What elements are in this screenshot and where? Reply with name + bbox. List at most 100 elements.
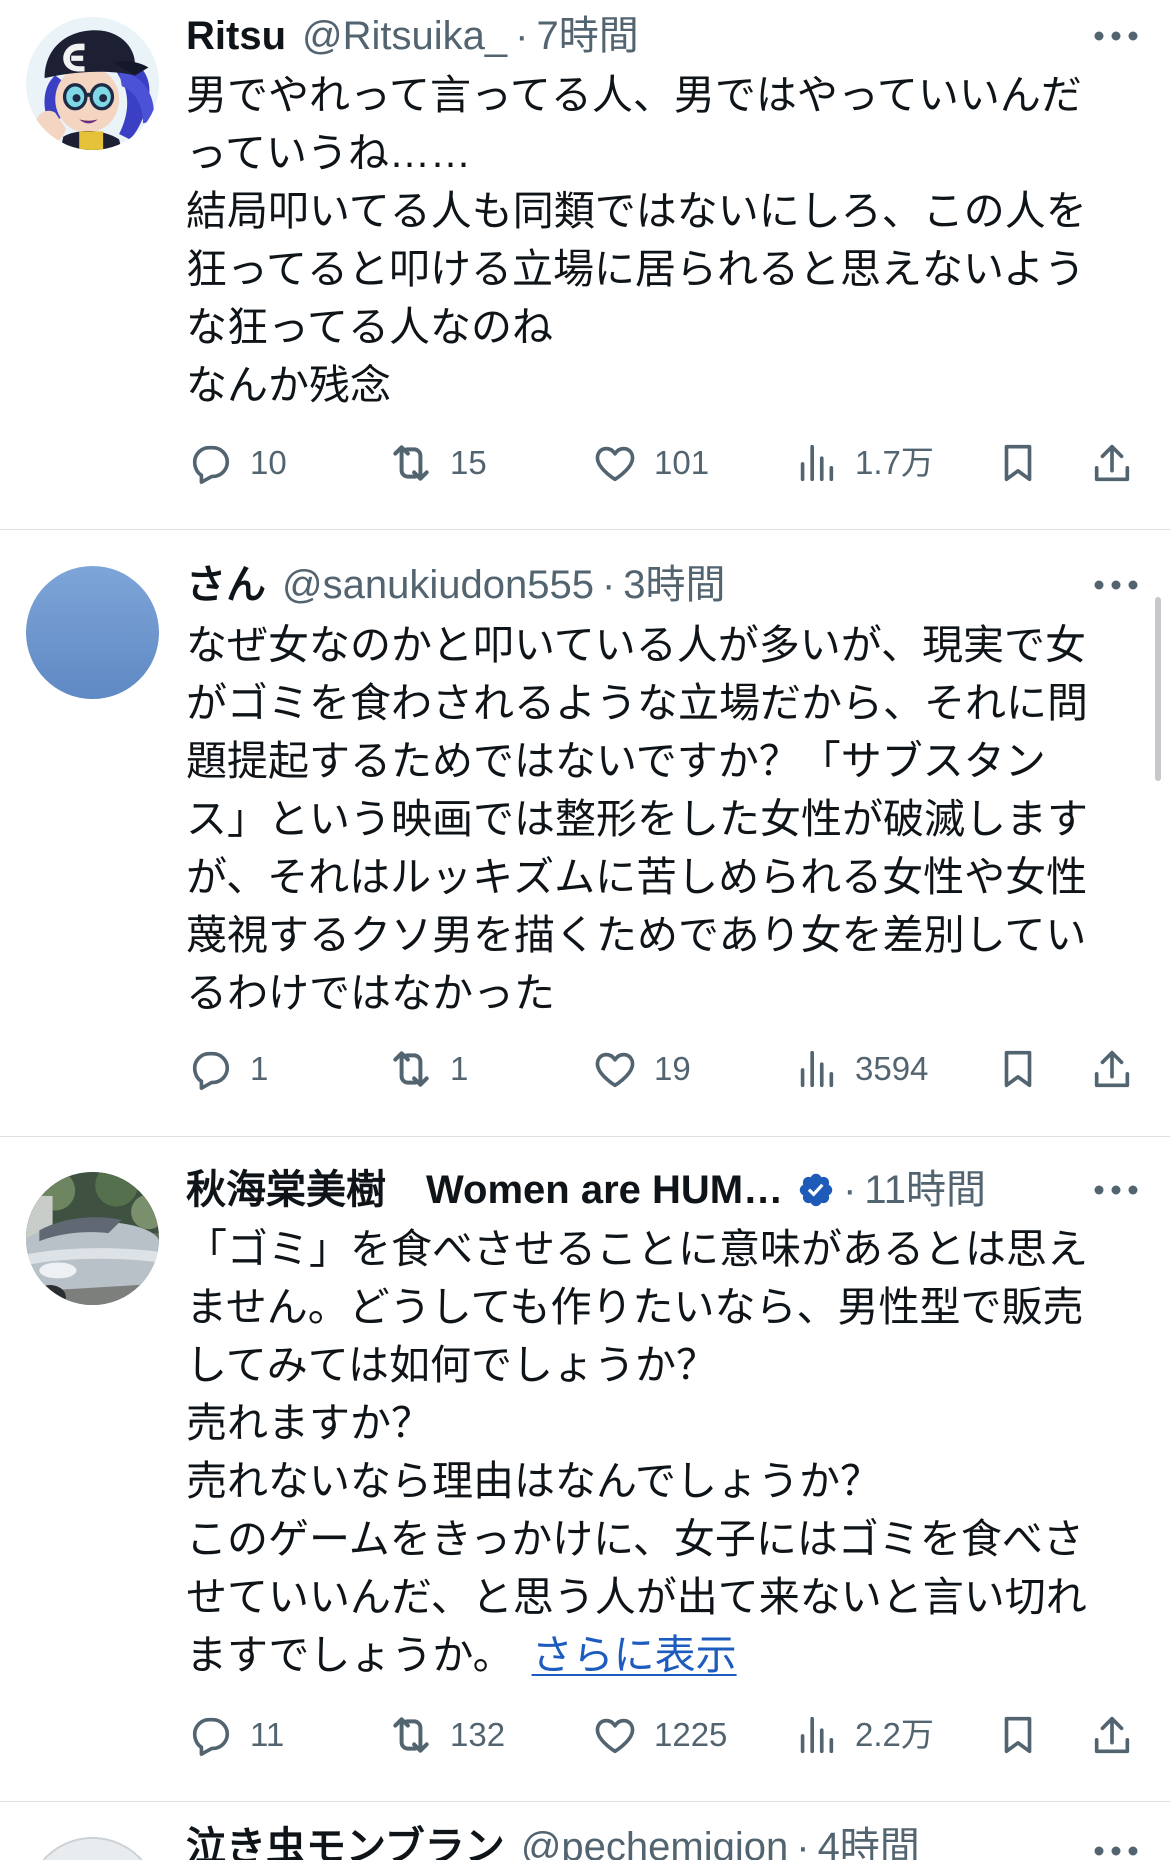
avatar-image bbox=[26, 1172, 159, 1305]
tweet-text-line: 売れないなら理由はなんでしょうか？ bbox=[186, 1458, 881, 1504]
reply-button[interactable]: 11 bbox=[188, 1707, 284, 1763]
tweet-text-line: 売れますか？ bbox=[186, 1400, 432, 1446]
share-icon bbox=[1094, 1050, 1130, 1088]
views-icon bbox=[800, 1050, 834, 1088]
handle[interactable]: @pechemigion bbox=[521, 1823, 788, 1860]
views-count: 3594 bbox=[855, 1050, 929, 1087]
retweet-icon bbox=[393, 445, 429, 481]
separator-dot: · bbox=[796, 1825, 810, 1860]
reply-icon bbox=[192, 1051, 230, 1090]
reply-icon bbox=[192, 1717, 230, 1756]
retweet-count: 15 bbox=[450, 444, 487, 481]
display-name[interactable]: 泣き虫モンブラン bbox=[186, 1823, 505, 1860]
show-more-link[interactable]: さらに表示 bbox=[532, 1632, 737, 1678]
bookmark-icon bbox=[1004, 444, 1032, 482]
share-button[interactable] bbox=[1089, 1041, 1135, 1097]
tweet-text-line: なぜ女なのかと叩いている人が多いが、現実で女 bbox=[186, 622, 1086, 668]
share-button[interactable] bbox=[1089, 435, 1135, 491]
bookmark-icon bbox=[1004, 1716, 1032, 1754]
reply-count: 10 bbox=[250, 444, 287, 481]
verified-badge-icon[interactable] bbox=[797, 1171, 835, 1209]
tweet-text-line: 「ゴミ」を食べさせることに意味があるとは思え bbox=[186, 1226, 1088, 1272]
tweet-text: なぜ女なのかと叩いている人が多いが、現実で女 がゴミを食わされるような立場だから… bbox=[186, 616, 1156, 1022]
reply-button[interactable]: 10 bbox=[188, 435, 287, 491]
tweet[interactable]: Ritsu @Ritsuika_ · 7時間 男でやれって言ってる人、男ではやっ… bbox=[0, 0, 1170, 530]
separator-dot: · bbox=[601, 563, 616, 607]
more-horizontal-icon[interactable] bbox=[1094, 30, 1138, 42]
more-horizontal-icon[interactable] bbox=[1094, 1184, 1138, 1196]
display-name[interactable]: さん bbox=[186, 561, 266, 609]
tweet-text-line: してみては如何でしょうか？ bbox=[186, 1342, 717, 1388]
tweet-text-line: るわけではなかった bbox=[186, 970, 555, 1016]
bookmark-button[interactable] bbox=[995, 1707, 1041, 1763]
retweet-count: 132 bbox=[450, 1716, 506, 1753]
like-button[interactable]: 19 bbox=[592, 1041, 691, 1097]
action-bar: 10 15 101 1.7万 bbox=[0, 435, 1170, 491]
views-button[interactable]: 1.7万 bbox=[793, 435, 934, 491]
like-icon bbox=[595, 446, 635, 482]
like-count: 1225 bbox=[654, 1716, 728, 1753]
timestamp[interactable]: 4時間 bbox=[818, 1823, 920, 1860]
more-horizontal-icon[interactable] bbox=[1094, 1842, 1138, 1860]
tweet-text-line: がゴミを食わされるような立場だから、それに問 bbox=[186, 680, 1088, 726]
avatar[interactable] bbox=[26, 1837, 159, 1860]
tweet-text-line: せていいんだ、と思う人が出て来ないと言い切れ bbox=[186, 1574, 1087, 1620]
avatar[interactable] bbox=[26, 17, 159, 150]
tweet-text-line: 題提起するためではないですか？「サブスタン bbox=[186, 738, 1046, 784]
views-button[interactable]: 2.2万 bbox=[793, 1707, 934, 1763]
tweet[interactable]: 泣き虫モンブラン @pechemigion · 4時間 bbox=[0, 1802, 1170, 1860]
share-icon bbox=[1094, 444, 1130, 482]
tweet-header: 秋海棠美樹 Women are HUM… · 11時間 bbox=[186, 1166, 1086, 1214]
tweet-header: Ritsu @Ritsuika_ · 7時間 bbox=[186, 12, 1086, 60]
scrollbar[interactable] bbox=[1155, 597, 1161, 781]
like-count: 101 bbox=[654, 444, 710, 481]
handle[interactable]: @Ritsuika_ bbox=[302, 12, 507, 60]
separator-dot: · bbox=[843, 1168, 857, 1212]
like-button[interactable]: 101 bbox=[592, 435, 709, 491]
tweet-text-line: 狂ってると叩ける立場に居られると思えないよう bbox=[186, 246, 1086, 292]
views-icon bbox=[800, 444, 834, 482]
tweet-header: 泣き虫モンブラン @pechemigion · 4時間 bbox=[186, 1823, 1146, 1860]
views-button[interactable]: 3594 bbox=[793, 1041, 928, 1097]
avatar[interactable] bbox=[26, 1172, 159, 1305]
like-button[interactable]: 1225 bbox=[592, 1707, 727, 1763]
action-bar: 1 1 19 3594 bbox=[0, 1041, 1170, 1097]
tweet-text: 男でやれって言ってる人、男ではやっていいんだ っていうね…… 結局叩いてる人も同… bbox=[186, 66, 1156, 414]
tweet-text-line-last: ますでしょうか。 さらに表示 bbox=[186, 1626, 1156, 1684]
bookmark-button[interactable] bbox=[995, 435, 1041, 491]
tweet[interactable]: さん @sanukiudon555 · 3時間 なぜ女なのかと叩いている人が多い… bbox=[0, 530, 1170, 1137]
timestamp[interactable]: 11時間 bbox=[864, 1166, 986, 1214]
tweet-text-line: が、それはルッキズムに苦しめられる女性や女性 bbox=[186, 854, 1088, 900]
tweet-text-line: 蔑視するクソ男を描くためであり女を差別してい bbox=[186, 912, 1087, 958]
tweet-text-line: っていうね…… bbox=[186, 130, 471, 176]
action-bar: 11 132 1225 2.2万 bbox=[0, 1707, 1170, 1763]
reply-count: 11 bbox=[250, 1716, 285, 1753]
share-button[interactable] bbox=[1089, 1707, 1135, 1763]
retweet-button[interactable]: 1 bbox=[388, 1041, 468, 1097]
separator-dot: · bbox=[515, 14, 529, 58]
reply-button[interactable]: 1 bbox=[188, 1041, 268, 1097]
tweet-text-line: このゲームをきっかけに、女子にはゴミを食べさ bbox=[186, 1516, 1084, 1562]
tweet-text-line: 男でやれって言ってる人、男ではやっていいんだ bbox=[186, 72, 1082, 118]
bookmark-button[interactable] bbox=[995, 1041, 1041, 1097]
retweet-icon bbox=[393, 1051, 429, 1087]
retweet-count: 1 bbox=[450, 1050, 469, 1087]
timestamp[interactable]: 7時間 bbox=[536, 12, 638, 60]
bookmark-icon bbox=[1004, 1050, 1032, 1088]
handle[interactable]: @sanukiudon555 bbox=[282, 561, 594, 609]
display-name[interactable]: Ritsu bbox=[186, 12, 286, 60]
more-horizontal-icon[interactable] bbox=[1094, 579, 1138, 591]
display-name[interactable]: 秋海棠美樹 Women are HUM… bbox=[186, 1166, 783, 1214]
tweet-text: 「ゴミ」を食べさせることに意味があるとは思え ません。どうしても作りたいなら、男… bbox=[186, 1220, 1156, 1684]
like-icon bbox=[595, 1718, 635, 1754]
like-icon bbox=[595, 1052, 635, 1088]
retweet-button[interactable]: 132 bbox=[388, 1707, 505, 1763]
avatar[interactable] bbox=[26, 566, 159, 699]
reply-icon bbox=[192, 445, 230, 484]
tweet[interactable]: 秋海棠美樹 Women are HUM… · 11時間 「ゴミ」を食べさせること… bbox=[0, 1137, 1170, 1802]
share-icon bbox=[1094, 1716, 1130, 1754]
timestamp[interactable]: 3時間 bbox=[623, 561, 725, 609]
tweet-text-line: な狂ってる人なのね bbox=[186, 304, 553, 350]
retweet-button[interactable]: 15 bbox=[388, 435, 487, 491]
tweet-text-line: なんか残念 bbox=[186, 362, 391, 408]
